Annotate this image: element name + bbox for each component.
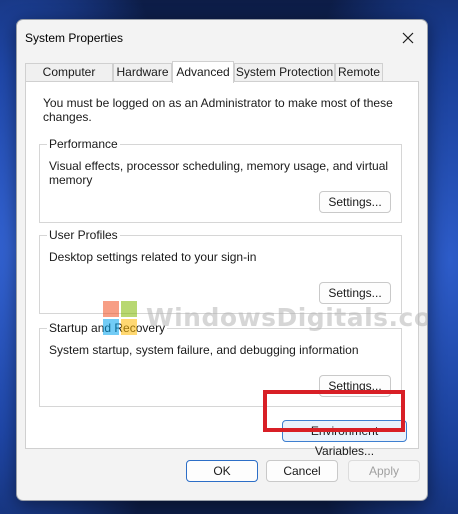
windows-logo-icon: [103, 301, 137, 335]
startup-recovery-description: System startup, system failure, and debu…: [49, 343, 359, 357]
close-button[interactable]: [393, 24, 423, 52]
apply-button[interactable]: Apply: [348, 460, 420, 482]
cancel-button[interactable]: Cancel: [266, 460, 338, 482]
tab-system-protection[interactable]: System Protection: [234, 63, 335, 81]
tab-computer-name[interactable]: Computer Name: [25, 63, 113, 96]
user-profiles-description: Desktop settings related to your sign-in: [49, 250, 257, 264]
tab-hardware[interactable]: Hardware: [113, 63, 172, 81]
admin-notice: You must be logged on as an Administrato…: [43, 96, 393, 124]
performance-description: Visual effects, processor scheduling, me…: [49, 159, 389, 187]
performance-group-title: Performance: [47, 137, 120, 151]
watermark-text: WindowsDigitals.com: [146, 303, 428, 332]
user-profiles-settings-button[interactable]: Settings...: [319, 282, 391, 304]
window-title: System Properties: [25, 31, 124, 45]
ok-button[interactable]: OK: [186, 460, 258, 482]
system-properties-dialog: System Properties Computer Name Hardware…: [16, 19, 428, 501]
user-profiles-group-title: User Profiles: [47, 228, 120, 242]
close-icon: [402, 32, 414, 44]
tab-advanced[interactable]: Advanced: [172, 61, 234, 83]
tab-remote[interactable]: Remote: [335, 63, 383, 81]
performance-group: Performance Visual effects, processor sc…: [39, 137, 402, 223]
performance-settings-button[interactable]: Settings...: [319, 191, 391, 213]
title-bar[interactable]: System Properties: [17, 20, 427, 56]
highlight-box: [263, 390, 405, 432]
